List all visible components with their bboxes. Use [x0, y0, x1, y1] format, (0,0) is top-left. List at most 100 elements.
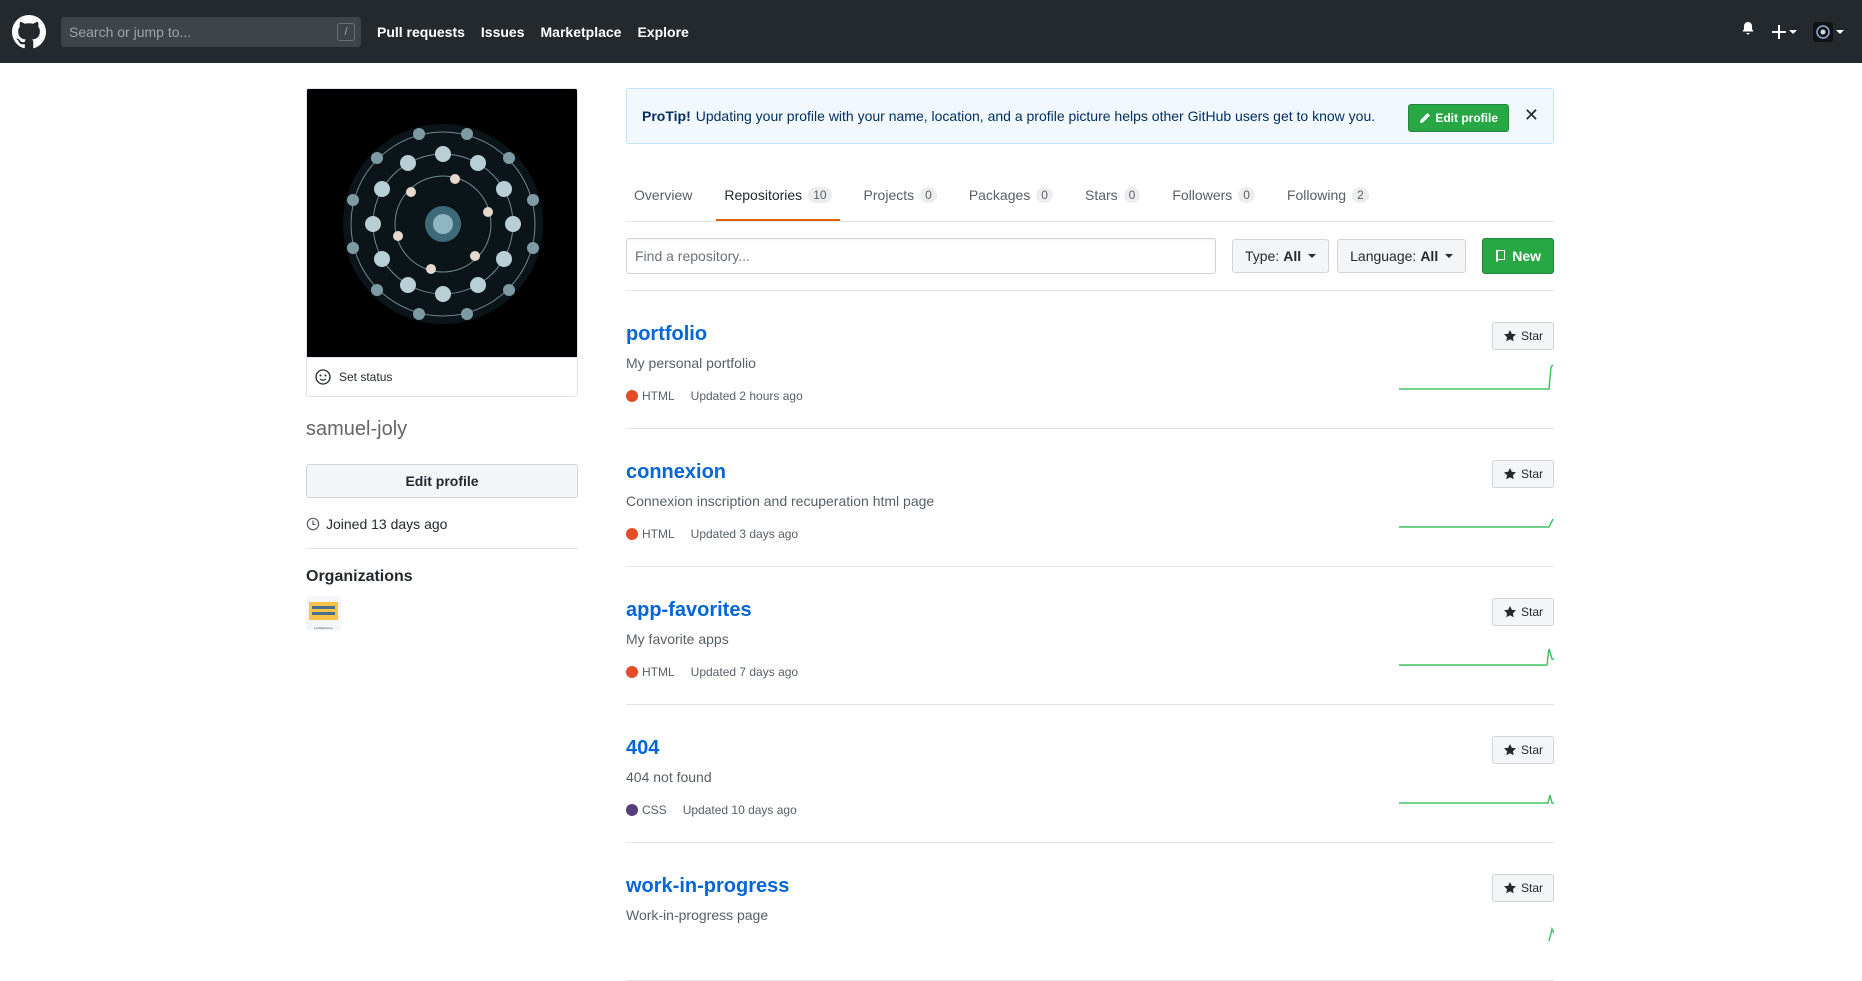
repo-item: work-in-progress Work-in-progress page S… — [626, 843, 1554, 981]
chevron-down-icon — [1836, 29, 1844, 34]
repo-meta: CSS Updated 10 days ago — [626, 803, 1554, 817]
nav-pull-requests[interactable]: Pull requests — [377, 24, 465, 40]
repo-name-link[interactable]: portfolio — [626, 321, 707, 347]
repo-name-link[interactable]: 404 — [626, 735, 659, 761]
create-new-dropdown[interactable] — [1772, 24, 1797, 39]
smiley-icon — [315, 369, 331, 385]
user-menu-dropdown[interactable] — [1813, 21, 1844, 42]
tab-following[interactable]: Following 2 — [1279, 187, 1377, 221]
joined-info: Joined 13 days ago — [306, 516, 578, 549]
tab-repositories-label: Repositories — [724, 187, 803, 203]
star-button[interactable]: Star — [1491, 460, 1554, 488]
tab-packages-count: 0 — [1036, 187, 1053, 203]
organizations-heading: Organizations — [306, 568, 413, 585]
new-repository-button[interactable]: New — [1482, 238, 1554, 274]
tab-repositories[interactable]: Repositories 10 — [716, 187, 840, 221]
repo-item: portfolio My personal portfolio HTML Upd… — [626, 291, 1554, 429]
star-label: Star — [1520, 467, 1543, 481]
repo-language-label: HTML — [642, 665, 675, 679]
protip-edit-profile-button[interactable]: Edit profile — [1408, 104, 1509, 132]
language-color-dot — [626, 390, 638, 402]
user-avatar-icon — [1813, 21, 1833, 42]
header-actions — [1740, 0, 1844, 63]
protip-text: Updating your profile with your name, lo… — [695, 108, 1376, 124]
tab-projects-count: 0 — [920, 187, 937, 203]
tab-stars-count: 0 — [1123, 187, 1141, 203]
chevron-down-icon — [1445, 254, 1454, 258]
repo-language-label: HTML — [642, 527, 675, 541]
profile-sidebar: Set status samuel-joly Edit profile Join… — [306, 88, 578, 631]
joined-text: Joined 13 days ago — [326, 516, 448, 532]
star-button[interactable]: Star — [1491, 598, 1554, 626]
tab-packages[interactable]: Packages 0 — [961, 187, 1061, 221]
organization-avatar[interactable]: La Plateforme — [306, 596, 341, 631]
activity-sparkline — [1399, 364, 1554, 390]
tab-following-label: Following — [1286, 187, 1347, 203]
main-nav: Pull requests Issues Marketplace Explore — [377, 24, 705, 40]
profile-avatar[interactable] — [306, 88, 578, 358]
repo-icon — [1496, 250, 1506, 262]
repo-updated: Updated 3 days ago — [690, 527, 799, 541]
tab-repositories-count: 10 — [808, 187, 832, 203]
repo-name-link[interactable]: work-in-progress — [626, 873, 789, 899]
tab-stars[interactable]: Stars 0 — [1077, 187, 1148, 221]
tab-overview[interactable]: Overview — [626, 187, 700, 221]
repo-item: connexion Connexion inscription and recu… — [626, 429, 1554, 567]
star-icon — [1503, 330, 1516, 342]
bell-icon[interactable] — [1740, 21, 1756, 42]
star-label: Star — [1520, 743, 1543, 757]
github-logo-icon[interactable] — [12, 14, 46, 49]
type-filter-label: Type: — [1244, 248, 1280, 264]
repo-language-label: CSS — [642, 803, 667, 817]
repo-name-link[interactable]: connexion — [626, 459, 726, 485]
set-status-button[interactable]: Set status — [306, 358, 578, 397]
tab-overview-label: Overview — [634, 187, 693, 203]
global-search[interactable]: / — [61, 16, 361, 47]
edit-profile-button[interactable]: Edit profile — [306, 464, 578, 498]
tab-followers-label: Followers — [1172, 187, 1233, 203]
star-button[interactable]: Star — [1491, 322, 1554, 350]
chevron-down-icon — [1789, 29, 1797, 34]
tab-followers-count: 0 — [1238, 187, 1255, 203]
protip-edit-profile-label: Edit profile — [1435, 111, 1498, 125]
username: samuel-joly — [306, 418, 408, 440]
nav-marketplace[interactable]: Marketplace — [541, 24, 622, 40]
nav-explore[interactable]: Explore — [637, 24, 688, 40]
find-repository-input[interactable] — [626, 238, 1216, 274]
star-icon — [1503, 468, 1516, 480]
new-repository-label: New — [1512, 248, 1541, 264]
star-button[interactable]: Star — [1491, 736, 1554, 764]
repo-language: CSS — [626, 803, 667, 817]
tab-followers[interactable]: Followers 0 — [1164, 187, 1263, 221]
type-filter-dropdown[interactable]: Type: All — [1231, 239, 1330, 273]
repo-meta: HTML Updated 7 days ago — [626, 665, 1554, 679]
repo-language-label: HTML — [642, 389, 675, 403]
pencil-icon — [1420, 113, 1431, 123]
set-status-label: Set status — [339, 370, 393, 384]
top-header: / Pull requests Issues Marketplace Explo… — [0, 0, 1862, 63]
tab-packages-label: Packages — [968, 187, 1031, 203]
nav-issues[interactable]: Issues — [481, 24, 525, 40]
tab-projects-label: Projects — [863, 187, 915, 203]
star-button[interactable]: Star — [1491, 874, 1554, 902]
language-filter-label: Language: — [1350, 248, 1417, 264]
protip-label: ProTip! — [642, 108, 691, 124]
tab-following-count: 2 — [1352, 187, 1369, 203]
clock-icon — [306, 517, 320, 531]
chevron-down-icon — [1308, 254, 1317, 258]
repo-language: HTML — [626, 527, 675, 541]
repo-name-link[interactable]: app-favorites — [626, 597, 752, 623]
repo-updated: Updated 2 hours ago — [690, 389, 803, 403]
language-color-dot — [626, 804, 638, 816]
language-filter-dropdown[interactable]: Language: All — [1337, 239, 1467, 273]
protip-banner: ProTip! Updating your profile with your … — [626, 88, 1554, 144]
tab-stars-label: Stars — [1084, 187, 1118, 203]
global-search-input[interactable] — [69, 23, 319, 40]
slash-shortcut-hint: / — [337, 22, 355, 41]
activity-sparkline — [1399, 648, 1554, 666]
repo-updated: Updated 10 days ago — [682, 803, 797, 817]
close-icon[interactable]: ✕ — [1524, 105, 1539, 126]
tab-projects[interactable]: Projects 0 — [856, 187, 945, 221]
plus-icon — [1772, 24, 1786, 39]
main-content: ProTip! Updating your profile with your … — [626, 88, 1554, 981]
